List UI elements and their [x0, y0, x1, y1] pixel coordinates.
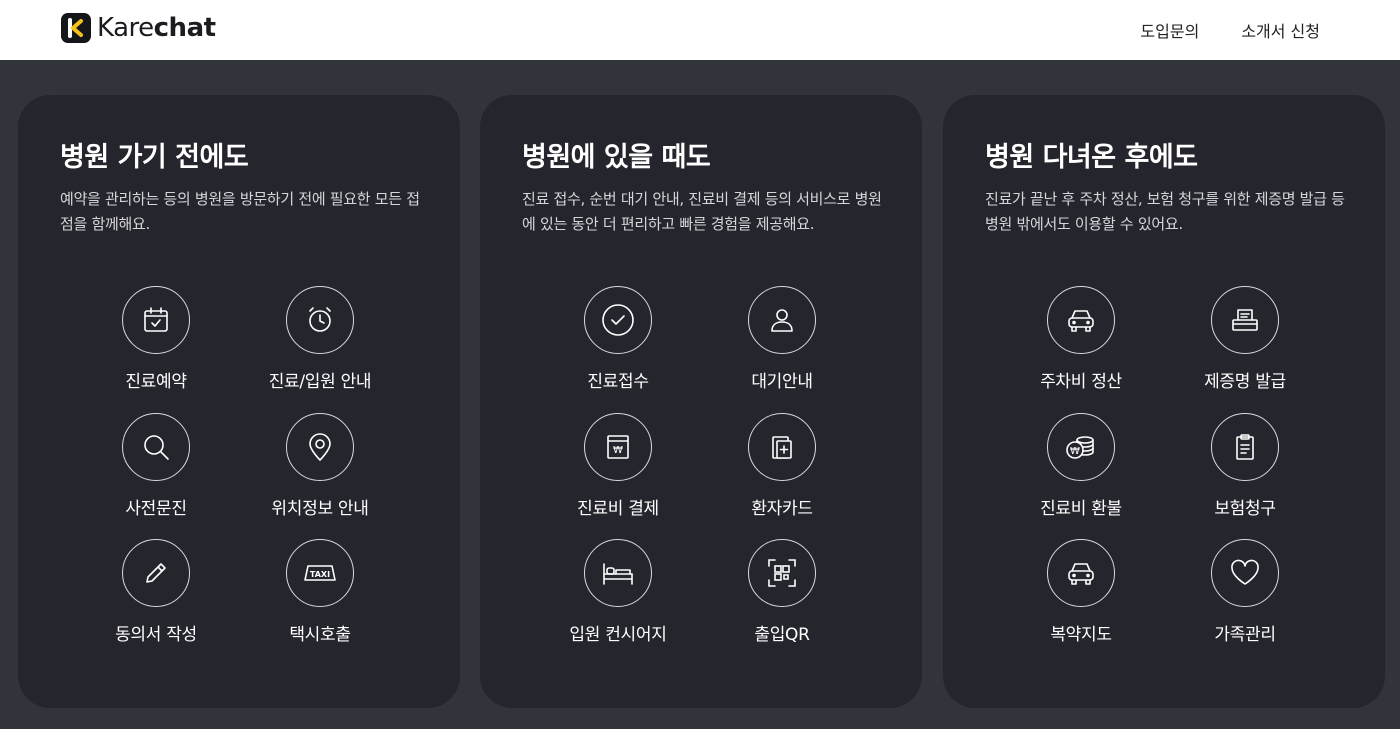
feature-medication-guide[interactable]: 복약지도	[996, 539, 1166, 645]
feature-family-management[interactable]: 가족관리	[1160, 539, 1330, 645]
feature-admission-concierge[interactable]: 입원 컨시어지	[533, 539, 703, 645]
feature-pre-questionnaire[interactable]: 사전문진	[71, 413, 241, 519]
feature-location-guide[interactable]: 위치정보 안내	[235, 413, 405, 519]
search-icon	[122, 413, 190, 481]
coin-refund-icon: ₩	[1047, 413, 1115, 481]
card-description: 진료 접수, 순번 대기 안내, 진료비 결제 등의 서비스로 병원에 있는 동…	[522, 190, 882, 233]
card-before-visit: 병원 가기 전에도 예약을 관리하는 등의 병원을 방문하기 전에 필요한 모든…	[18, 95, 460, 708]
heart-icon	[1211, 539, 1279, 607]
car-icon	[1047, 539, 1115, 607]
card-during-visit: 병원에 있을 때도 진료 접수, 순번 대기 안내, 진료비 결제 등의 서비스…	[480, 95, 922, 708]
pencil-icon	[122, 539, 190, 607]
feature-consent-form[interactable]: 동의서 작성	[71, 539, 241, 645]
feature-label: 입원 컨시어지	[569, 625, 667, 645]
feature-label: 환자카드	[751, 499, 813, 519]
feature-insurance-claim[interactable]: 보험청구	[1160, 413, 1330, 519]
feature-label: 진료비 환불	[1040, 499, 1122, 519]
card-description: 진료가 끝난 후 주차 정산, 보험 청구를 위한 제증명 발급 등 병원 밖에…	[985, 190, 1345, 233]
nav-brochure-link[interactable]: 소개서 신청	[1241, 18, 1320, 42]
feature-refund[interactable]: ₩ 진료비 환불	[996, 413, 1166, 519]
feature-label: 복약지도	[1050, 625, 1112, 645]
feature-taxi-call[interactable]: TAXI 택시호출	[235, 539, 405, 645]
site-header: Karechat 도입문의 소개서 신청	[0, 0, 1400, 60]
feature-label: 출입QR	[754, 625, 810, 645]
person-icon	[748, 286, 816, 354]
feature-label: 제증명 발급	[1204, 372, 1286, 392]
feature-certificate-issue[interactable]: 제증명 발급	[1160, 286, 1330, 392]
nav-inquiry-link[interactable]: 도입문의	[1140, 18, 1199, 42]
card-description: 예약을 관리하는 등의 병원을 방문하기 전에 필요한 모든 접점을 함께해요.	[60, 190, 420, 233]
feature-label: 진료예약	[125, 372, 187, 392]
feature-visit-guide[interactable]: 진료/입원 안내	[235, 286, 405, 392]
feature-parking-payment[interactable]: 주차비 정산	[996, 286, 1166, 392]
printer-icon	[1211, 286, 1279, 354]
feature-label: 진료접수	[587, 372, 649, 392]
card-title: 병원에 있을 때도	[522, 142, 711, 173]
feature-label: 가족관리	[1214, 625, 1276, 645]
bed-icon	[584, 539, 652, 607]
feature-label: 주차비 정산	[1040, 372, 1122, 392]
calendar-icon	[122, 286, 190, 354]
svg-text:₩: ₩	[613, 445, 623, 456]
qr-scan-icon	[748, 539, 816, 607]
feature-label: 진료비 결제	[577, 499, 659, 519]
feature-label: 사전문진	[125, 499, 187, 519]
feature-label: 동의서 작성	[115, 625, 197, 645]
feature-reservation[interactable]: 진료예약	[71, 286, 241, 392]
alarm-clock-icon	[286, 286, 354, 354]
top-nav: 도입문의 소개서 신청	[1140, 18, 1320, 42]
svg-text:₩: ₩	[1070, 446, 1080, 457]
won-payment-icon: ₩	[584, 413, 652, 481]
location-pin-icon	[286, 413, 354, 481]
clipboard-icon	[1211, 413, 1279, 481]
logo-mark-icon	[61, 13, 91, 43]
karechat-logo[interactable]: Karechat	[61, 13, 216, 43]
patient-card-icon	[748, 413, 816, 481]
feature-label: 위치정보 안내	[271, 499, 369, 519]
car-icon	[1047, 286, 1115, 354]
check-circle-icon	[584, 286, 652, 354]
logo-text: Karechat	[97, 13, 216, 43]
taxi-icon: TAXI	[286, 539, 354, 607]
feature-patient-card[interactable]: 환자카드	[697, 413, 867, 519]
card-title: 병원 다녀온 후에도	[985, 142, 1198, 173]
feature-payment[interactable]: ₩ 진료비 결제	[533, 413, 703, 519]
feature-waiting-guide[interactable]: 대기안내	[697, 286, 867, 392]
feature-label: 보험청구	[1214, 499, 1276, 519]
feature-entry-qr[interactable]: 출입QR	[697, 539, 867, 645]
feature-label: 택시호출	[289, 625, 351, 645]
card-title: 병원 가기 전에도	[60, 142, 249, 173]
feature-label: 대기안내	[751, 372, 813, 392]
feature-label: 진료/입원 안내	[268, 372, 372, 392]
feature-check-in[interactable]: 진료접수	[533, 286, 703, 392]
card-after-visit: 병원 다녀온 후에도 진료가 끝난 후 주차 정산, 보험 청구를 위한 제증명…	[943, 95, 1385, 708]
svg-text:TAXI: TAXI	[310, 570, 330, 579]
